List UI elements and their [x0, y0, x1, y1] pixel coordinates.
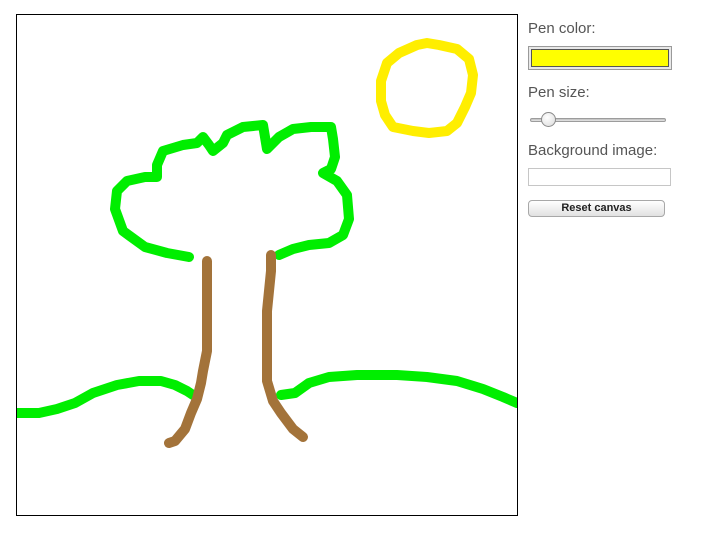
background-image-input[interactable] — [528, 168, 671, 186]
pen-size-thumb[interactable] — [541, 112, 556, 127]
pen-size-slider[interactable] — [528, 112, 668, 128]
stroke-ground-right — [276, 370, 517, 408]
stroke-tree-canopy — [110, 120, 354, 262]
pen-size-label: Pen size: — [528, 84, 590, 101]
background-image-label: Background image: — [528, 142, 658, 159]
reset-canvas-button[interactable]: Reset canvas — [528, 200, 665, 217]
pen-color-picker[interactable] — [528, 46, 672, 70]
stroke-trunk-left — [164, 256, 212, 448]
drawing-app: Pen color: Pen size: Background image: R… — [0, 0, 706, 541]
stroke-ground-left — [17, 376, 198, 418]
pen-color-label: Pen color: — [528, 20, 596, 37]
drawing-surface[interactable] — [17, 15, 517, 515]
control-panel: Pen color: Pen size: Background image: R… — [528, 20, 678, 217]
pen-color-swatch[interactable] — [531, 49, 669, 67]
drawing-canvas[interactable] — [16, 14, 518, 516]
stroke-sun — [376, 38, 478, 138]
stroke-trunk-right — [262, 250, 308, 442]
